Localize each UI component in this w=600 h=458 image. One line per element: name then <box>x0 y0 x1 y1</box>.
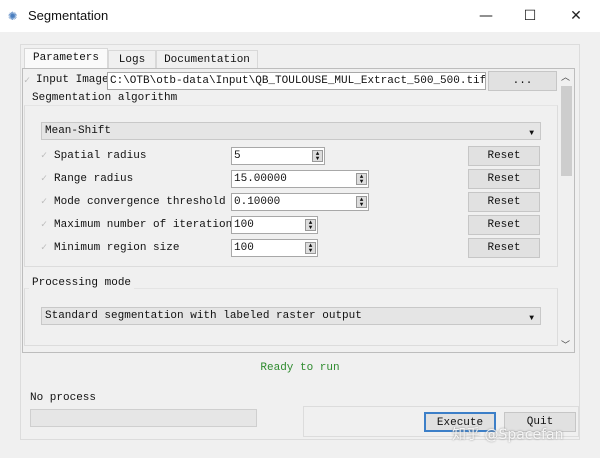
algorithm-select[interactable]: Mean-Shift ▼ <box>41 122 541 140</box>
window-title: Segmentation <box>28 8 109 23</box>
tab-documentation[interactable]: Documentation <box>156 50 258 69</box>
reset-button[interactable]: Reset <box>468 238 540 258</box>
reset-button[interactable]: Reset <box>468 215 540 235</box>
minimize-button[interactable]: — <box>466 4 506 28</box>
tab-logs[interactable]: Logs <box>108 50 156 69</box>
gear-icon: ✺ <box>8 8 18 25</box>
dropdown-arrow-icon: ▼ <box>529 129 534 138</box>
param-spinbox[interactable]: 15.00000 ▲ ▼ <box>231 170 369 188</box>
status-text: Ready to run <box>260 362 340 374</box>
param-label: Mode convergence threshold <box>54 196 226 208</box>
browse-button[interactable]: ... <box>488 71 557 91</box>
spin-arrows-icon[interactable]: ▲ ▼ <box>356 196 367 208</box>
param-value: 15.00000 <box>234 173 287 185</box>
progress-bar <box>30 409 257 427</box>
param-value: 5 <box>234 150 241 162</box>
spin-arrows-icon[interactable]: ▲ ▼ <box>305 242 316 254</box>
close-button[interactable]: ✕ <box>556 4 596 28</box>
param-value: 100 <box>234 219 254 231</box>
algorithm-value: Mean-Shift <box>45 125 112 137</box>
param-value: 100 <box>234 242 254 254</box>
spin-arrows-icon[interactable]: ▲ ▼ <box>312 150 323 162</box>
segmentation-group-label: Segmentation algorithm <box>29 92 181 104</box>
maximize-button[interactable]: ☐ <box>510 4 550 28</box>
param-checkbox[interactable]: ✓ <box>41 197 52 208</box>
input-image-field[interactable]: C:\OTB\otb-data\Input\QB_TOULOUSE_MUL_Ex… <box>107 72 486 90</box>
param-label: Range radius <box>54 173 134 185</box>
scroll-down-icon[interactable]: ﹀ <box>561 338 570 351</box>
progress-label: No process <box>30 392 97 404</box>
param-spinbox[interactable]: 100 ▲ ▼ <box>231 239 318 257</box>
spin-arrows-icon[interactable]: ▲ ▼ <box>305 219 316 231</box>
processing-mode-select[interactable]: Standard segmentation with labeled raste… <box>41 307 541 325</box>
param-checkbox[interactable]: ✓ <box>41 220 52 231</box>
param-checkbox[interactable]: ✓ <box>41 174 52 185</box>
scroll-up-icon[interactable]: ︿ <box>561 70 570 83</box>
param-checkbox[interactable]: ✓ <box>41 151 52 162</box>
param-checkbox[interactable]: ✓ <box>41 243 52 254</box>
tab-parameters[interactable]: Parameters <box>24 48 108 69</box>
scrollbar-thumb[interactable] <box>561 86 572 176</box>
reset-button[interactable]: Reset <box>468 146 540 166</box>
dropdown-arrow-icon: ▼ <box>529 314 534 323</box>
title-bar: ✺ Segmentation — ☐ ✕ <box>0 0 600 32</box>
reset-button[interactable]: Reset <box>468 192 540 212</box>
input-image-checkbox[interactable]: ✓ <box>24 76 35 87</box>
scrollbar[interactable]: ︿ ﹀ <box>559 70 574 352</box>
processing-group-label: Processing mode <box>29 277 135 289</box>
param-label: Spatial radius <box>54 150 147 162</box>
param-spinbox[interactable]: 0.10000 ▲ ▼ <box>231 193 369 211</box>
watermark: 知乎 @Spacefan <box>452 427 564 443</box>
param-value: 0.10000 <box>234 196 281 208</box>
param-spinbox[interactable]: 100 ▲ ▼ <box>231 216 318 234</box>
spin-arrows-icon[interactable]: ▲ ▼ <box>356 173 367 185</box>
param-label: Minimum region size <box>54 242 180 254</box>
param-label: Maximum number of iterations <box>54 219 239 231</box>
processing-mode-value: Standard segmentation with labeled raste… <box>45 310 362 322</box>
reset-button[interactable]: Reset <box>468 169 540 189</box>
param-spinbox[interactable]: 5 ▲ ▼ <box>231 147 325 165</box>
input-image-label: Input Image <box>36 74 109 86</box>
